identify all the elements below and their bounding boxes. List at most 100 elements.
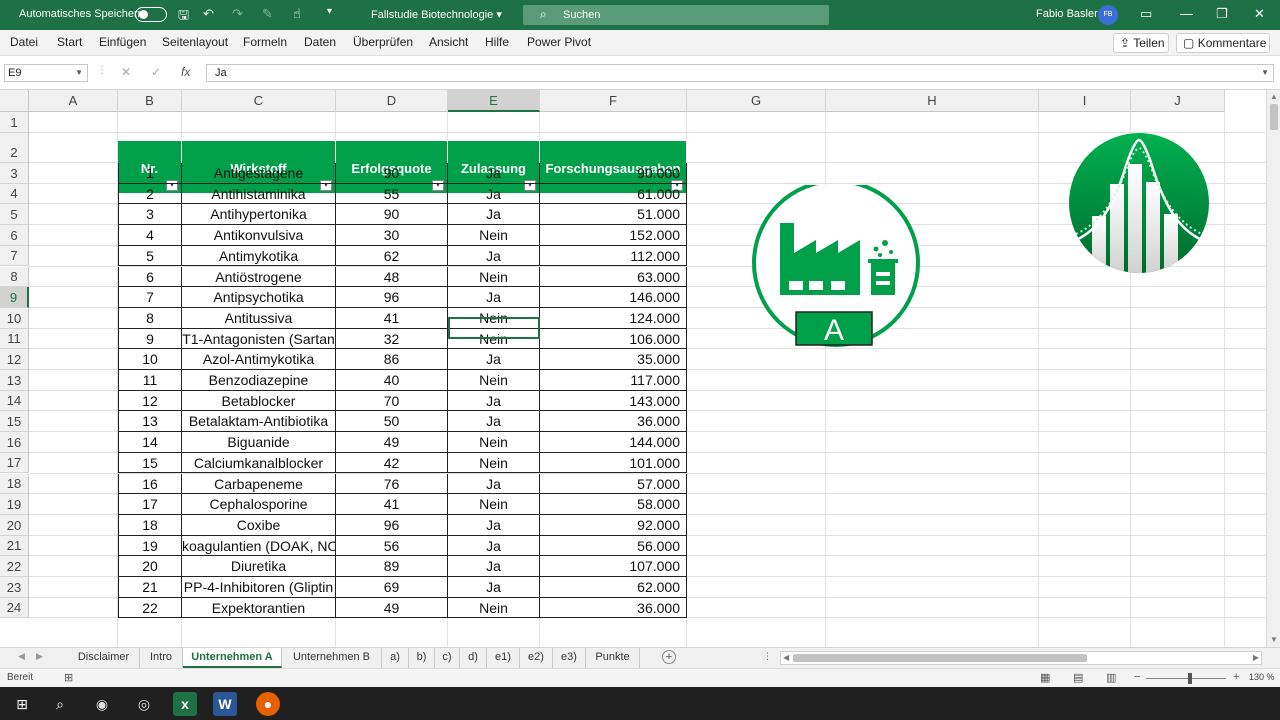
table-cell[interactable]: Expektorantien [182,597,336,619]
table-cell[interactable]: Ja [448,514,540,536]
menu-hilfe[interactable]: Hilfe [485,35,509,49]
table-cell[interactable]: 35.000 [540,349,687,370]
user-name[interactable]: Fabio Basler [1036,8,1098,20]
sheet-tab-b[interactable]: b) [409,648,435,668]
scroll-down-icon[interactable]: ▼ [1270,635,1278,644]
row-header-22[interactable]: 22 [0,556,29,577]
table-cell[interactable]: Antikonvulsiva [182,225,336,246]
excel-app-icon[interactable]: x [173,692,197,716]
ribbon-display-icon[interactable]: ▭ [1140,6,1152,22]
table-cell[interactable]: 56.000 [540,535,687,557]
table-cell[interactable]: 112.000 [540,245,687,267]
table-cell[interactable]: 18 [118,514,182,536]
vertical-scrollbar[interactable]: ▲ ▼ [1266,90,1280,647]
sheet-tab-intro[interactable]: Intro [140,648,183,668]
table-cell[interactable]: 90 [336,163,448,184]
table-cell[interactable]: Ja [448,287,540,308]
touch-mode-icon[interactable]: ☝ [293,6,301,22]
column-header-b[interactable]: B [118,90,182,112]
row-header-14[interactable]: 14 [0,390,29,412]
table-cell[interactable]: 5 [118,245,182,267]
table-cell[interactable]: Coxibe [182,514,336,536]
table-cell[interactable]: Nein [448,307,540,329]
share-button[interactable]: ⇪ Teilen [1113,33,1169,53]
table-cell[interactable]: 12 [118,390,182,412]
sheet-tab-e3[interactable]: e3) [553,648,586,668]
table-cell[interactable]: Nein [448,432,540,453]
table-cell[interactable]: 40 [336,370,448,391]
horizontal-scroll-thumb[interactable] [793,654,1087,662]
row-header-18[interactable]: 18 [0,473,29,495]
table-cell[interactable]: Betalaktam-Antibiotika [182,411,336,433]
table-cell[interactable]: Ja [448,556,540,577]
table-cell[interactable]: Nein [448,370,540,391]
sheet-tab-d[interactable]: d) [460,648,487,668]
table-cell[interactable]: Nein [448,494,540,515]
table-cell[interactable]: 17 [118,494,182,515]
table-cell[interactable]: Antigestagene [182,163,336,184]
table-cell[interactable]: koagulantien (DOAK, NO [182,535,336,557]
row-header-4[interactable]: 4 [0,183,29,205]
table-cell[interactable]: 92.000 [540,514,687,536]
table-cell[interactable]: 96 [336,514,448,536]
windows-start-icon[interactable]: ⊞ [10,692,34,716]
table-cell[interactable]: 1 [118,163,182,184]
scroll-up-icon[interactable]: ▲ [1270,92,1278,101]
table-cell[interactable]: 7 [118,287,182,308]
table-cell[interactable]: 50 [336,411,448,433]
menu-power-pivot[interactable]: Power Pivot [527,35,591,49]
table-cell[interactable]: Ja [448,349,540,370]
table-cell[interactable]: Ja [448,183,540,205]
spreadsheet-grid[interactable]: ABCDEFGHIJ 1 2 3 4 5 6 7 8 9 10 11 12 13 14 15 16 17 18 19… [0,90,1266,647]
row-header-5[interactable]: 5 [0,204,29,226]
column-header-g[interactable]: G [687,90,826,112]
menu-start[interactable]: Start [57,35,82,49]
row-header-12[interactable]: 12 [0,349,29,370]
table-cell[interactable]: Diuretika [182,556,336,577]
table-cell[interactable]: Ja [448,473,540,495]
close-icon[interactable]: ✕ [1254,6,1265,22]
table-cell[interactable]: 16 [118,473,182,495]
firefox-app-icon[interactable]: ● [256,692,280,716]
minimize-icon[interactable]: — [1180,6,1193,21]
menu-ansicht[interactable]: Ansicht [429,35,468,49]
row-header-2[interactable]: 2 [0,133,29,163]
row-header-13[interactable]: 13 [0,370,29,391]
page-layout-view-icon[interactable]: ▤ [1073,671,1083,684]
row-header-7[interactable]: 7 [0,245,29,267]
table-cell[interactable]: 36.000 [540,597,687,619]
table-cell[interactable]: Calciumkanalblocker [182,452,336,474]
column-header-h[interactable]: H [826,90,1039,112]
table-cell[interactable]: 4 [118,225,182,246]
taskbar-search-icon[interactable]: ⌕ [48,692,72,716]
row-header-10[interactable]: 10 [0,307,29,329]
table-cell[interactable]: 15 [118,452,182,474]
table-cell[interactable]: 70 [336,390,448,412]
table-cell[interactable]: 146.000 [540,287,687,308]
table-cell[interactable]: 107.000 [540,556,687,577]
zoom-in-icon[interactable]: + [1233,671,1239,683]
menu-datei[interactable]: Datei [10,35,38,49]
sheet-tab-e2[interactable]: e2) [520,648,553,668]
row-header-1[interactable]: 1 [0,112,29,133]
insert-function-icon[interactable]: fx [181,65,190,79]
table-cell[interactable]: 19 [118,535,182,557]
redo-icon[interactable]: ↷ [232,6,243,22]
table-cell[interactable]: Benzodiazepine [182,370,336,391]
table-cell[interactable]: Ja [448,411,540,433]
menu-daten[interactable]: Daten [304,35,336,49]
column-header-j[interactable]: J [1131,90,1225,112]
sheet-tab-disclaimer[interactable]: Disclaimer [68,648,140,668]
row-header-8[interactable]: 8 [0,266,29,288]
format-painter-icon[interactable]: ✎ [262,6,273,22]
app-icon[interactable]: ◉ [90,692,114,716]
table-cell[interactable]: Nein [448,266,540,288]
zoom-out-icon[interactable]: − [1134,671,1140,683]
row-header-9[interactable]: 9 [0,287,29,308]
column-header-d[interactable]: D [336,90,448,112]
table-cell[interactable]: 3 [118,204,182,226]
table-cell[interactable]: 49 [336,597,448,619]
cancel-icon[interactable]: ✕ [121,65,131,79]
menu-seitenlayout[interactable]: Seitenlayout [162,35,228,49]
table-cell[interactable]: 22 [118,597,182,619]
